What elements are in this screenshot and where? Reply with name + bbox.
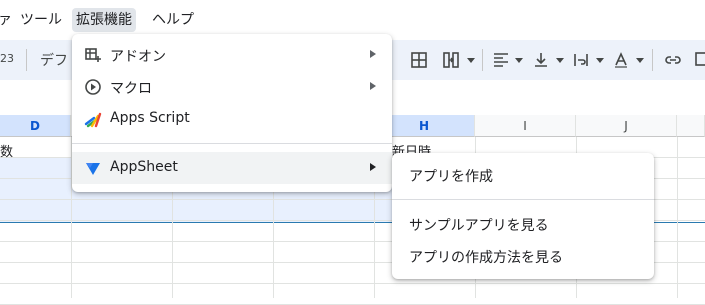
toolbar-divider — [652, 49, 653, 71]
column-header-j[interactable]: J — [576, 115, 677, 137]
font-select[interactable]: デフ — [40, 50, 68, 70]
submenu-item-how-to-create[interactable]: アプリの作成方法を見る — [392, 240, 654, 272]
cell-d1[interactable]: 数 — [0, 141, 13, 160]
submenu-item-label: アプリを作成 — [409, 169, 493, 185]
menu-item-macros[interactable]: マクロ — [72, 71, 392, 103]
merge-cells-icon[interactable] — [442, 51, 460, 69]
submenu-item-sample-apps[interactable]: サンプルアプリを見る — [392, 208, 654, 240]
comment-icon[interactable] — [694, 51, 705, 69]
text-wrap-icon[interactable] — [572, 51, 590, 69]
grid-column-line — [677, 137, 678, 298]
submenu-arrow-icon — [370, 163, 376, 171]
appsheet-submenu: アプリを作成 サンプルアプリを見る アプリの作成方法を見る — [392, 153, 654, 279]
align-dropdown-caret[interactable] — [515, 58, 523, 63]
submenu-arrow-icon — [370, 50, 376, 58]
menu-item-label: Apps Script — [110, 110, 190, 126]
column-header-k[interactable] — [677, 115, 705, 137]
text-rotation-caret[interactable] — [636, 58, 644, 63]
menu-item-label: AppSheet — [110, 159, 178, 175]
merge-dropdown-caret[interactable] — [467, 58, 475, 63]
menu-help[interactable]: ヘルプ — [148, 8, 198, 32]
toolbar-divider — [482, 49, 483, 71]
grid-row — [0, 284, 705, 305]
borders-icon[interactable] — [410, 51, 428, 69]
column-header-d[interactable]: D — [0, 115, 71, 137]
menu-item-label: マクロ — [110, 81, 152, 97]
number-format-button[interactable]: 23 — [0, 52, 14, 65]
link-icon[interactable] — [664, 51, 682, 69]
toolbar-divider — [26, 49, 27, 71]
extensions-menu: アドオン マクロ Apps Script AppSheet — [72, 34, 392, 192]
submenu-item-label: サンプルアプリを見る — [409, 218, 549, 234]
submenu-arrow-icon — [370, 82, 376, 90]
menu-item-addons[interactable]: アドオン — [72, 39, 392, 71]
menu-item-appsheet[interactable]: AppSheet — [72, 152, 392, 184]
align-left-icon[interactable] — [492, 51, 510, 69]
submenu-item-create-app[interactable]: アプリを作成 — [392, 159, 654, 191]
menu-extensions[interactable]: 拡張機能 — [72, 8, 136, 32]
menu-item-apps-script[interactable]: Apps Script — [72, 103, 392, 135]
macro-icon — [85, 79, 101, 95]
addon-icon — [85, 48, 101, 62]
menu-tools[interactable]: ツール — [16, 8, 66, 32]
submenu-item-label: アプリの作成方法を見る — [409, 250, 563, 266]
menu-divider — [72, 143, 392, 144]
text-wrap-caret[interactable] — [596, 58, 604, 63]
menu-item-label: アドオン — [110, 49, 166, 65]
menu-format-partial[interactable]: ァ — [0, 8, 16, 32]
text-rotation-icon[interactable] — [612, 51, 630, 69]
menu-bar: ァ ツール 拡張機能 ヘルプ — [0, 0, 705, 38]
vertical-align-icon[interactable] — [532, 51, 550, 69]
menu-divider — [392, 199, 654, 200]
vertical-align-caret[interactable] — [556, 58, 564, 63]
appsheet-icon — [86, 163, 100, 175]
column-header-i[interactable]: I — [475, 115, 576, 137]
apps-script-icon — [84, 112, 102, 128]
